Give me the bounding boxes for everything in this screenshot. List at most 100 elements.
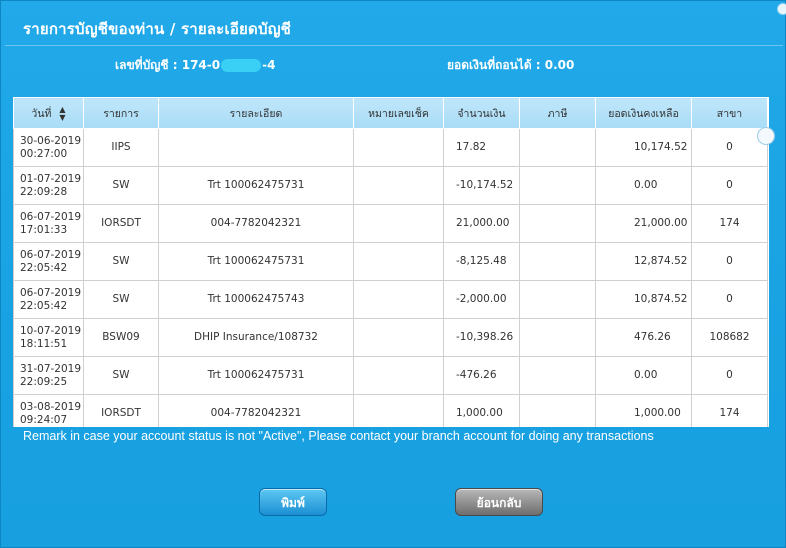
- cell-amount: -10,398.26: [443, 318, 520, 357]
- cell-balance: 12,874.52: [595, 242, 692, 281]
- cell-balance: 21,000.00: [595, 204, 692, 243]
- cell-cheque: [353, 280, 444, 319]
- cell-branch: 174: [691, 394, 768, 427]
- col-header-type: รายการ: [83, 97, 159, 129]
- cell-detail: Trt 100062475731: [158, 242, 354, 281]
- cell-type: SW: [83, 242, 159, 281]
- cell-date: 06-07-2019: [20, 248, 82, 261]
- cell-date: 30-06-2019: [20, 134, 82, 147]
- col-header-detail: รายละเอียด: [158, 97, 354, 129]
- transaction-rows: 30-06-2019 00:27:00 IIPS 17.82 10,174.52 0 01-…: [13, 128, 768, 427]
- sort-updown-icon[interactable]: ▲ ▼: [59, 105, 65, 122]
- cell-detail: 004-7782042321: [158, 204, 354, 243]
- cell-detail: DHIP Insurance/108732: [158, 318, 354, 357]
- cell-cheque: [353, 242, 444, 281]
- table-row: 30-06-2019 00:27:00 IIPS 17.82 10,174.52 0: [13, 128, 768, 167]
- col-header-branch: สาขา: [691, 97, 768, 129]
- col-header-tax: ภาษี: [519, 97, 596, 129]
- cell-type: IORSDT: [83, 204, 159, 243]
- cell-time: 22:05:42: [20, 299, 68, 312]
- cell-type: SW: [83, 280, 159, 319]
- cell-date: 31-07-2019: [20, 362, 82, 375]
- cell-cheque: [353, 204, 444, 243]
- cell-date: 06-07-2019: [20, 286, 82, 299]
- cell-branch: 174: [691, 204, 768, 243]
- back-button[interactable]: ย้อนกลับ: [455, 488, 543, 516]
- cell-date: 01-07-2019: [20, 172, 82, 185]
- cell-detail: Trt 100062475731: [158, 166, 354, 205]
- cell-time: 22:09:28: [20, 185, 68, 198]
- cell-tax: [519, 394, 596, 427]
- cell-amount: 1,000.00: [443, 394, 520, 427]
- account-number: เลขที่บัญชี : 174-0 -4: [115, 56, 275, 75]
- cell-time: 22:09:25: [20, 375, 68, 388]
- remark-text: Remark in case your account status is no…: [23, 429, 654, 443]
- masked-digits: [221, 59, 262, 72]
- cell-date: 03-08-2019: [20, 400, 82, 413]
- cell-balance: 1,000.00: [595, 394, 692, 427]
- table-row: 31-07-2019 22:09:25 SW Trt 100062475731 -476…: [13, 356, 768, 395]
- transaction-table: วันที่ ▲ ▼ รายการ รายละเอียด หมายเลขเช็ค จ…: [13, 97, 768, 427]
- table-row: 10-07-2019 18:11:51 BSW09 DHIP Insurance/10…: [13, 318, 768, 357]
- cell-balance: 10,874.52: [595, 280, 692, 319]
- cell-balance: 0.00: [595, 356, 692, 395]
- cell-branch: 0: [691, 166, 768, 205]
- table-row: 06-07-2019 17:01:33 IORSDT 004-7782042321 21…: [13, 204, 768, 243]
- cell-datetime: 01-07-2019 22:09:28: [13, 166, 84, 205]
- col-header-date-label: วันที่: [31, 107, 52, 120]
- transaction-table-container[interactable]: วันที่ ▲ ▼ รายการ รายละเอียด หมายเลขเช็ค จ…: [13, 97, 769, 427]
- cell-tax: [519, 280, 596, 319]
- col-header-balance: ยอดเงินคงเหลือ: [595, 97, 692, 129]
- cell-amount: -8,125.48: [443, 242, 520, 281]
- cell-branch: 108682: [691, 318, 768, 357]
- cell-detail: [158, 128, 354, 167]
- cell-amount: -476.26: [443, 356, 520, 395]
- col-header-date[interactable]: วันที่ ▲ ▼: [13, 97, 84, 129]
- cell-tax: [519, 318, 596, 357]
- cell-branch: 0: [691, 242, 768, 281]
- cell-tax: [519, 242, 596, 281]
- cell-cheque: [353, 318, 444, 357]
- cell-amount: -2,000.00: [443, 280, 520, 319]
- cell-datetime: 06-07-2019 22:05:42: [13, 242, 84, 281]
- cell-time: 22:05:42: [20, 261, 68, 274]
- cell-datetime: 03-08-2019 09:24:07: [13, 394, 84, 427]
- cell-datetime: 31-07-2019 22:09:25: [13, 356, 84, 395]
- cell-balance: 10,174.52: [595, 128, 692, 167]
- cell-time: 17:01:33: [20, 223, 68, 236]
- account-detail-panel: รายการบัญชีของท่าน / รายละเอียดบัญชี เลข…: [0, 0, 786, 548]
- cell-datetime: 30-06-2019 00:27:00: [13, 128, 84, 167]
- cell-time: 09:24:07: [20, 413, 68, 426]
- cell-cheque: [353, 356, 444, 395]
- cell-type: IIPS: [83, 128, 159, 167]
- table-row: 03-08-2019 09:24:07 IORSDT 004-7782042321 1,…: [13, 394, 768, 427]
- cell-branch: 0: [691, 356, 768, 395]
- cell-time: 00:27:00: [20, 147, 68, 160]
- cell-balance: 0.00: [595, 166, 692, 205]
- table-header-row: วันที่ ▲ ▼ รายการ รายละเอียด หมายเลขเช็ค จ…: [13, 97, 768, 129]
- print-button[interactable]: พิมพ์: [259, 488, 327, 516]
- cell-datetime: 06-07-2019 17:01:33: [13, 204, 84, 243]
- cell-amount: 17.82: [443, 128, 520, 167]
- cell-cheque: [353, 394, 444, 427]
- title-divider: [5, 45, 783, 46]
- close-icon[interactable]: [777, 3, 786, 15]
- cell-detail: 004-7782042321: [158, 394, 354, 427]
- cell-cheque: [353, 128, 444, 167]
- col-header-amount: จำนวนเงิน: [443, 97, 520, 129]
- cell-type: SW: [83, 166, 159, 205]
- page-title: รายการบัญชีของท่าน / รายละเอียดบัญชี: [23, 20, 292, 38]
- cell-type: BSW09: [83, 318, 159, 357]
- account-number-prefix: 174-0: [181, 58, 221, 72]
- scrollbar-handle[interactable]: [757, 127, 775, 145]
- cell-tax: [519, 128, 596, 167]
- account-number-suffix: -4: [262, 58, 276, 72]
- cell-type: IORSDT: [83, 394, 159, 427]
- cell-detail: Trt 100062475743: [158, 280, 354, 319]
- table-row: 06-07-2019 22:05:42 SW Trt 100062475743 -2,0…: [13, 280, 768, 319]
- cell-tax: [519, 204, 596, 243]
- cell-datetime: 06-07-2019 22:05:42: [13, 280, 84, 319]
- cell-tax: [519, 356, 596, 395]
- cell-cheque: [353, 166, 444, 205]
- cell-tax: [519, 166, 596, 205]
